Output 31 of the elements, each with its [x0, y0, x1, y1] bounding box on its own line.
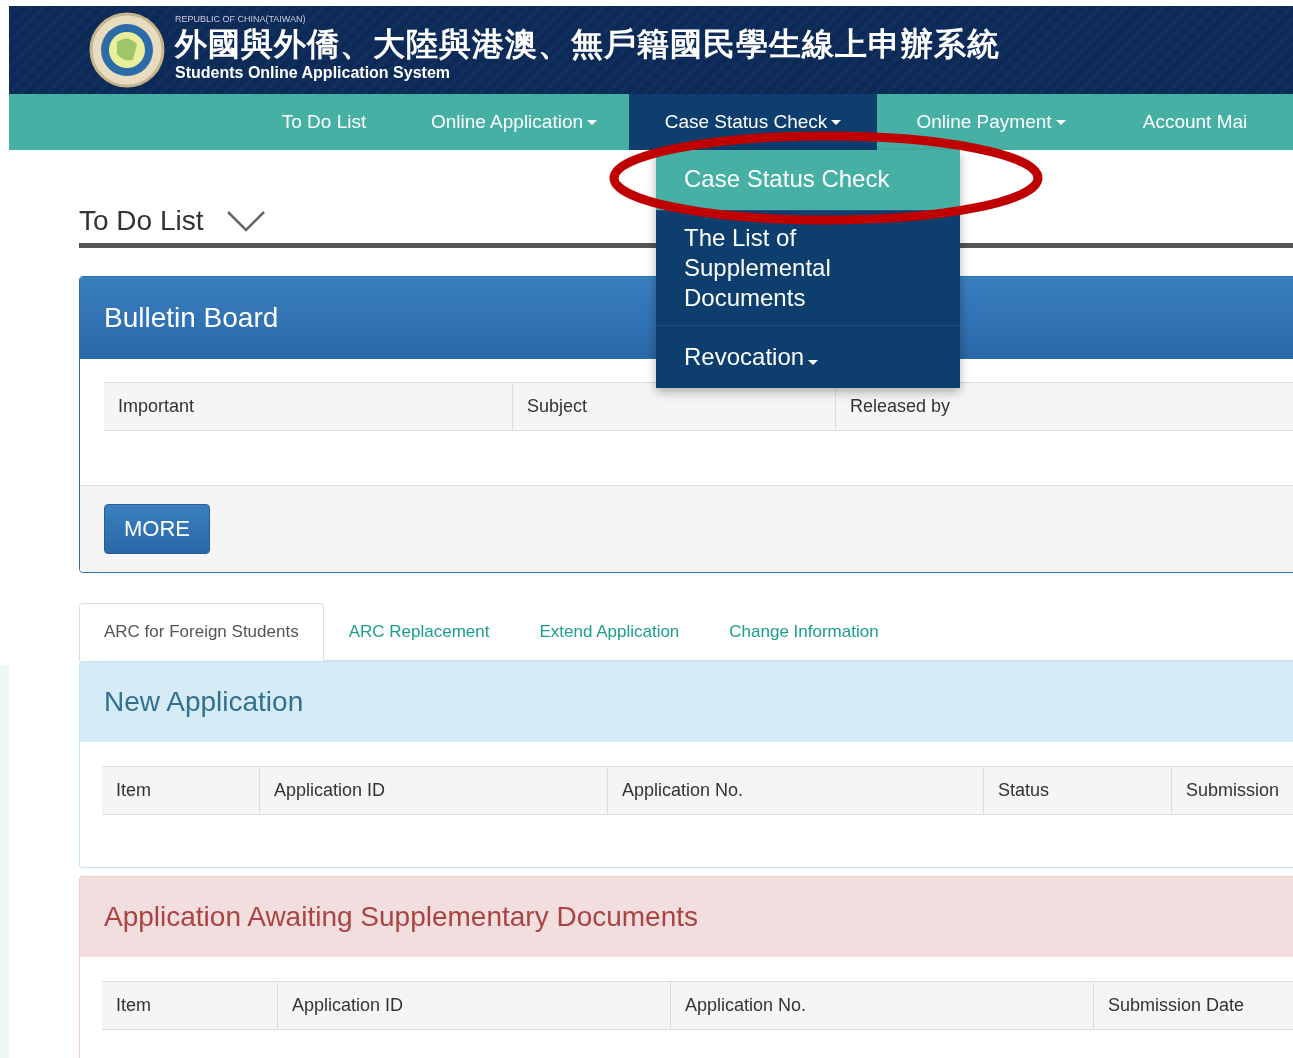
panel-heading: Application Awaiting Supplementary Documents [80, 877, 1293, 957]
column-header: Item [102, 982, 278, 1029]
tab[interactable]: ARC for Foreign Students [79, 603, 324, 661]
column-header: Submission Date [1094, 982, 1293, 1029]
caret-icon [587, 119, 598, 125]
nav-menu-item[interactable]: Account Mai [1105, 94, 1285, 150]
column-header: Submission [1172, 767, 1293, 814]
caret-icon [831, 119, 842, 125]
system-subtitle: Students Online Application System [175, 64, 451, 82]
column-header: Application No. [671, 982, 1094, 1029]
column-header: Status [984, 767, 1172, 814]
chevron-down-icon[interactable] [225, 209, 266, 233]
more-button[interactable]: MORE [104, 504, 210, 554]
column-header: Item [102, 767, 260, 814]
column-header: Application ID [260, 767, 608, 814]
caret-icon [808, 360, 819, 365]
nav-menu-item[interactable]: Online Payment [877, 94, 1105, 150]
column-header: Application No. [608, 767, 984, 814]
nav-menu-item[interactable]: Online Application [399, 94, 629, 150]
country-label: REPUBLIC OF CHINA(TAIWAN) [175, 14, 307, 24]
caret-icon [1055, 119, 1066, 125]
system-title: 外國與外僑、大陸與港澳、無戶籍國民學生線上申辦系統 [175, 25, 1000, 64]
nav-menu-item[interactable]: To Do List [249, 94, 399, 150]
tab[interactable]: Change Information [704, 603, 904, 661]
page-title: To Do List [79, 205, 204, 237]
column-header: Important [104, 383, 513, 430]
column-header: Application ID [278, 982, 671, 1029]
tab[interactable]: Extend Application [514, 603, 705, 661]
dropdown-item[interactable]: Case Status Check [656, 150, 960, 211]
tab[interactable]: ARC Replacement [323, 603, 515, 661]
panel-heading: New Application [80, 662, 1293, 742]
